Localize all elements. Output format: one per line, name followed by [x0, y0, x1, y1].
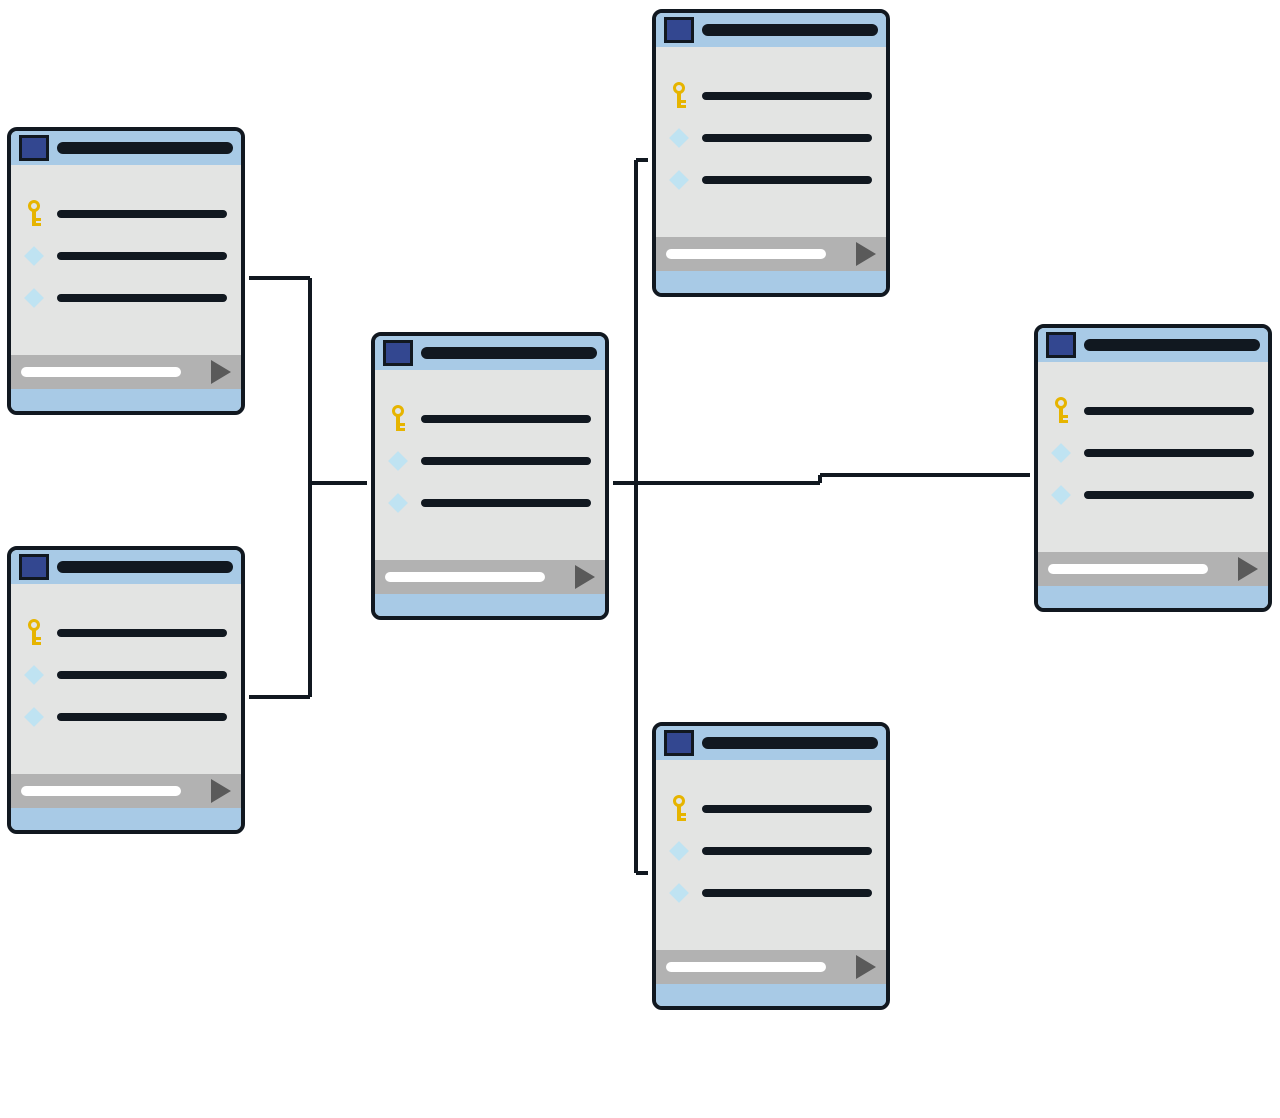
column-name-placeholder: [57, 294, 227, 302]
field-icon: [388, 493, 408, 513]
field-icon: [1051, 443, 1071, 463]
field-icon: [24, 665, 44, 685]
table-card[interactable]: [7, 127, 245, 415]
title-color-chip: [664, 17, 694, 43]
table-columns: [11, 165, 241, 319]
primary-key-icon: [1054, 397, 1068, 425]
primary-key-icon: [27, 200, 41, 228]
play-icon[interactable]: [1238, 557, 1258, 581]
play-icon[interactable]: [211, 360, 231, 384]
column-row: [25, 235, 227, 277]
footer-bar: [21, 367, 181, 377]
field-icon: [24, 707, 44, 727]
table-card[interactable]: [652, 9, 890, 297]
primary-key-icon: [672, 82, 686, 110]
table-card[interactable]: [652, 722, 890, 1010]
field-icon: [669, 841, 689, 861]
field-icon: [669, 128, 689, 148]
title-color-chip: [383, 340, 413, 366]
play-icon[interactable]: [575, 565, 595, 589]
title-color-chip: [1046, 332, 1076, 358]
field-icon: [669, 883, 689, 903]
column-row: [25, 193, 227, 235]
table-name-placeholder: [57, 142, 233, 154]
field-icon: [24, 246, 44, 266]
table-name-placeholder: [57, 561, 233, 573]
title-color-chip: [664, 730, 694, 756]
table-card[interactable]: [371, 332, 609, 620]
table-card[interactable]: [1034, 324, 1272, 612]
title-color-chip: [19, 554, 49, 580]
table-columns: [11, 584, 241, 738]
table-card[interactable]: [7, 546, 245, 834]
field-icon: [24, 288, 44, 308]
table-titlebar: [11, 550, 241, 584]
primary-key-icon: [27, 619, 41, 647]
field-icon: [388, 451, 408, 471]
column-name-placeholder: [57, 210, 227, 218]
primary-key-icon: [672, 795, 686, 823]
primary-key-icon: [391, 405, 405, 433]
column-row: [25, 277, 227, 319]
play-icon[interactable]: [211, 779, 231, 803]
table-footer: [11, 355, 241, 411]
play-icon[interactable]: [856, 242, 876, 266]
title-color-chip: [19, 135, 49, 161]
table-titlebar: [11, 131, 241, 165]
schema-diagram: [0, 0, 1280, 1118]
field-icon: [669, 170, 689, 190]
field-icon: [1051, 485, 1071, 505]
column-name-placeholder: [57, 252, 227, 260]
play-icon[interactable]: [856, 955, 876, 979]
